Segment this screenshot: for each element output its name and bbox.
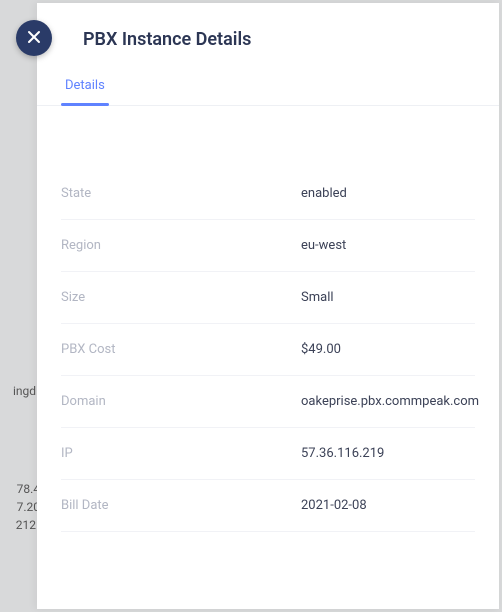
value-bill-date: 2021-02-08 [301, 498, 367, 513]
value-domain: oakeprise.pbx.commpeak.com [301, 394, 479, 409]
value-ip: 57.36.116.219 [301, 446, 384, 461]
value-region: eu-west [301, 238, 346, 253]
tab-details[interactable]: Details [61, 68, 109, 105]
row-pbx-cost: PBX Cost $49.00 [61, 324, 475, 376]
background-partial-content: ingd 78.4 7.20 212 [0, 0, 40, 612]
row-size: Size Small [61, 272, 475, 324]
details-body: State enabled Region eu-west Size Small … [37, 106, 499, 532]
value-size: Small [301, 290, 334, 305]
row-region: Region eu-west [61, 220, 475, 272]
page-title: PBX Instance Details [37, 3, 499, 68]
label-size: Size [61, 290, 301, 305]
label-bill-date: Bill Date [61, 498, 301, 513]
details-panel: PBX Instance Details Details State enabl… [37, 3, 499, 609]
label-state: State [61, 186, 301, 201]
row-bill-date: Bill Date 2021-02-08 [61, 480, 475, 532]
label-pbx-cost: PBX Cost [61, 342, 301, 357]
row-domain: Domain oakeprise.pbx.commpeak.com [61, 376, 475, 428]
tabs: Details [37, 68, 499, 106]
close-button[interactable] [16, 20, 52, 56]
value-state: enabled [301, 186, 347, 201]
row-ip: IP 57.36.116.219 [61, 428, 475, 480]
value-pbx-cost: $49.00 [301, 342, 341, 357]
label-ip: IP [61, 446, 301, 461]
row-state: State enabled [61, 186, 475, 220]
label-region: Region [61, 238, 301, 253]
label-domain: Domain [61, 394, 301, 409]
close-icon [27, 29, 41, 48]
